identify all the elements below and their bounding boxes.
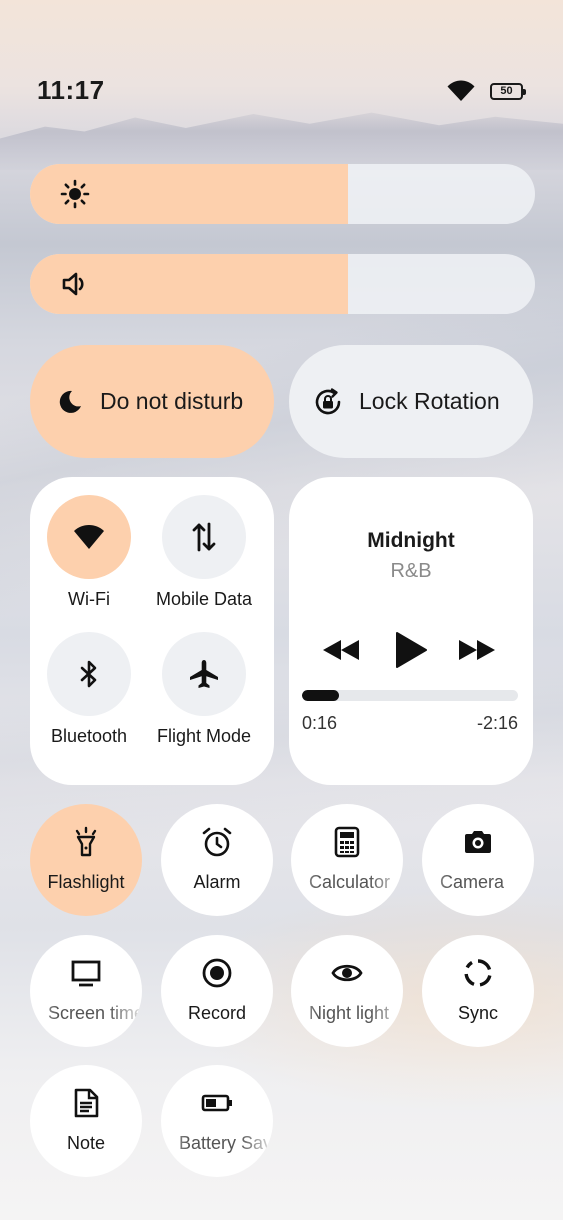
wifi-label: Wi-Fi [68, 589, 110, 609]
airplane-icon [190, 660, 218, 688]
flight-mode-label: Flight Mode [156, 726, 252, 746]
calculator-icon [334, 826, 360, 858]
lock-rotation-icon [315, 387, 341, 414]
note-icon [74, 1088, 99, 1118]
record-icon [202, 958, 232, 988]
play-icon [396, 632, 427, 668]
sync-tile[interactable]: Sync [422, 935, 534, 1047]
calculator-label: Calculator [309, 872, 391, 892]
remaining-time: -2:16 [476, 713, 518, 733]
battery-saver-tile[interactable]: Battery Saver [161, 1065, 273, 1177]
elapsed-time: 0:16 [302, 713, 338, 733]
song-title: Midnight [367, 529, 455, 552]
do-not-disturb-toggle[interactable]: Do not disturb [30, 345, 274, 458]
bluetooth-label: Bluetooth [50, 726, 128, 746]
alarm-tile[interactable]: Alarm [161, 804, 273, 916]
wifi-icon [74, 525, 104, 549]
moon-icon [59, 390, 81, 413]
mobile-data-label: Mobile Data [155, 589, 253, 609]
screen-timeout-label: Screen timeout [48, 1003, 142, 1023]
do-not-disturb-label: Do not disturb [100, 388, 244, 414]
alarm-icon [202, 827, 232, 857]
flashlight-tile[interactable]: Flashlight [30, 804, 142, 916]
note-label: Note [66, 1133, 106, 1153]
calculator-tile[interactable]: Calculator [291, 804, 403, 916]
record-tile[interactable]: Record [161, 935, 273, 1047]
status-bar: 11:17 50 [0, 0, 563, 120]
connectivity-panel: Wi-Fi Mobile Data Bluetooth Flight Mode [30, 477, 274, 785]
play-button[interactable] [391, 629, 431, 671]
flight-mode-toggle[interactable]: Flight Mode [149, 632, 259, 747]
rewind-icon [323, 640, 359, 660]
bluetooth-icon [80, 660, 97, 688]
record-label: Record [187, 1003, 247, 1023]
battery-saver-icon [201, 1094, 232, 1112]
alarm-label: Alarm [193, 872, 241, 892]
song-artist: R&B [390, 560, 432, 582]
playback-progress-bar[interactable] [302, 690, 518, 701]
flashlight-icon [75, 826, 97, 857]
sun-icon [60, 179, 90, 209]
battery-icon: 50 [490, 83, 526, 100]
clock: 11:17 [37, 75, 105, 105]
sync-label: Sync [457, 1003, 499, 1023]
mobile-data-toggle-circle[interactable] [162, 495, 246, 579]
wifi-toggle-circle[interactable] [47, 495, 131, 579]
night-light-tile[interactable]: Night light [291, 935, 403, 1047]
sync-icon [464, 959, 492, 987]
playback-progress-fill [302, 690, 339, 701]
bluetooth-toggle-circle[interactable] [47, 632, 131, 716]
brightness-slider[interactable] [30, 164, 535, 224]
camera-label: Camera [440, 872, 505, 892]
speaker-icon [62, 272, 84, 296]
camera-icon [465, 831, 491, 853]
fast-forward-icon [459, 640, 495, 660]
flight-mode-toggle-circle[interactable] [162, 632, 246, 716]
camera-tile[interactable]: Camera [422, 804, 534, 916]
lock-rotation-toggle[interactable]: Lock Rotation [289, 345, 533, 458]
wifi-status-icon [447, 80, 475, 101]
flashlight-label: Flashlight [47, 872, 125, 892]
wifi-toggle[interactable]: Wi-Fi [34, 495, 144, 610]
night-light-label: Night light [309, 1003, 390, 1023]
fast-forward-button[interactable] [455, 629, 499, 671]
eye-icon [331, 964, 363, 982]
note-tile[interactable]: Note [30, 1065, 142, 1177]
rewind-button[interactable] [319, 629, 363, 671]
bluetooth-toggle[interactable]: Bluetooth [34, 632, 144, 747]
mobile-data-toggle[interactable]: Mobile Data [149, 495, 259, 610]
battery-saver-label: Battery Saver [179, 1133, 273, 1153]
monitor-icon [71, 960, 101, 987]
volume-slider[interactable] [30, 254, 535, 314]
media-player-panel: Midnight R&B 0:16 -2:16 [289, 477, 533, 785]
lock-rotation-label: Lock Rotation [359, 388, 500, 414]
screen-timeout-tile[interactable]: Screen timeout [30, 935, 142, 1047]
signal-arrows-icon [192, 522, 216, 552]
